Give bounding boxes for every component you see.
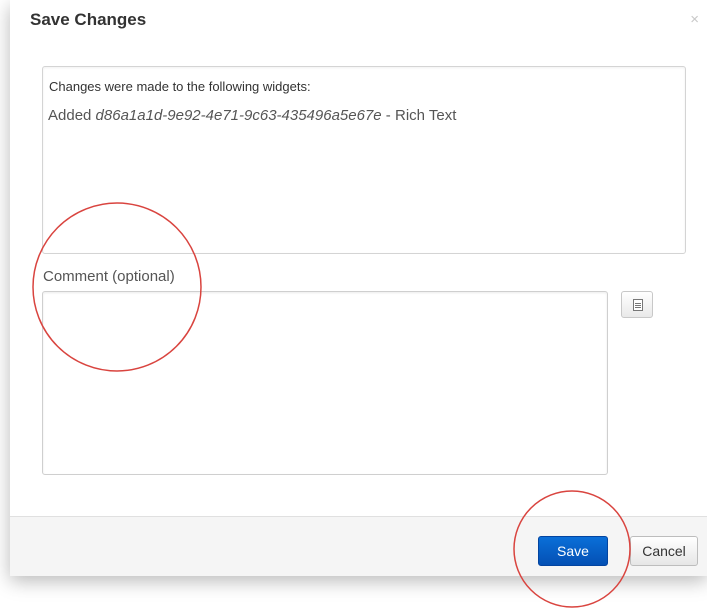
changes-intro-text: Changes were made to the following widge… <box>49 79 311 94</box>
save-changes-dialog: Save Changes × Changes were made to the … <box>10 0 707 576</box>
dialog-header: Save Changes × <box>10 0 707 44</box>
widget-id: d86a1a1d-9e92-4e71-9c63-435496a5e67e <box>95 107 382 124</box>
changes-summary-box: Changes were made to the following widge… <box>42 66 686 254</box>
change-separator: - <box>381 107 395 124</box>
close-icon[interactable]: × <box>690 12 699 27</box>
document-icon <box>633 299 643 311</box>
comment-textarea[interactable] <box>42 291 608 475</box>
screenshot-stage: Save Changes × Changes were made to the … <box>0 0 707 608</box>
change-entry: Added d86a1a1d-9e92-4e71-9c63-435496a5e6… <box>48 107 456 124</box>
change-action: Added <box>48 107 92 124</box>
widget-type: Rich Text <box>394 107 457 124</box>
dialog-footer: Save Cancel <box>10 516 707 576</box>
insert-template-button[interactable] <box>621 291 653 318</box>
comment-label: Comment (optional) <box>43 268 175 285</box>
cancel-button[interactable]: Cancel <box>630 536 698 566</box>
dialog-title: Save Changes <box>30 10 147 29</box>
save-button[interactable]: Save <box>538 536 608 566</box>
